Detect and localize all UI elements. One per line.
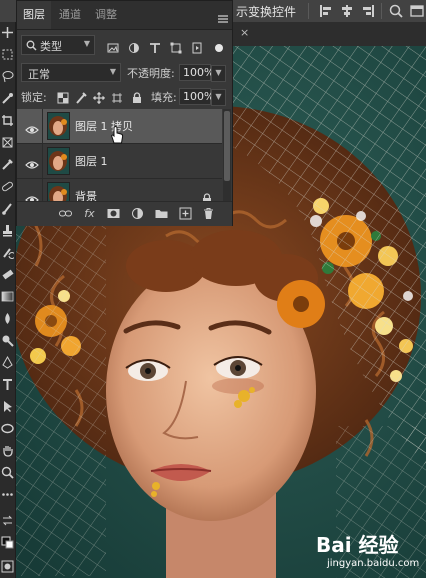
lock-artboard-icon[interactable]: [111, 89, 123, 103]
opacity-dropdown-button[interactable]: ▼: [211, 65, 226, 82]
document-tab-strip: [233, 22, 426, 46]
shape-layer-filter-icon[interactable]: [170, 39, 182, 54]
tab-adjustments[interactable]: 调整: [89, 1, 123, 29]
search-icon[interactable]: [389, 4, 403, 18]
clone-stamp-tool-icon[interactable]: [1, 224, 14, 237]
new-layer-icon[interactable]: [179, 207, 192, 220]
layer-row-background[interactable]: 背景: [17, 179, 222, 201]
divider: [308, 3, 309, 19]
hand-cursor-icon: [109, 125, 125, 144]
dodge-tool-icon[interactable]: [1, 334, 14, 347]
pen-tool-icon[interactable]: [1, 356, 14, 369]
workspace-icon[interactable]: [410, 4, 424, 18]
watermark-brand-text: Bai 经验: [316, 533, 399, 557]
history-brush-tool-icon[interactable]: [1, 246, 14, 259]
layer-kind-filter-select[interactable]: 类型 ▼: [21, 35, 95, 55]
blur-tool-icon[interactable]: [1, 312, 14, 325]
blend-mode-select[interactable]: 正常 ▼: [21, 63, 121, 82]
blend-row: 正常 ▼ 不透明度: 100% ▼: [21, 63, 227, 83]
path-selection-tool-icon[interactable]: [1, 400, 14, 413]
layer-thumbnail[interactable]: [47, 147, 70, 175]
tools-panel: [0, 22, 16, 578]
lock-icon: [202, 190, 212, 201]
eraser-tool-icon[interactable]: [1, 268, 14, 281]
layer-filter-row: 类型 ▼: [21, 35, 227, 57]
lock-image-pixels-icon[interactable]: [75, 89, 87, 104]
divider: [42, 109, 43, 143]
show-transform-controls-label[interactable]: 示变换控件: [236, 3, 296, 20]
new-adjustment-layer-icon[interactable]: [131, 207, 144, 220]
chevron-down-icon: ▼: [83, 39, 90, 48]
align-right-icon[interactable]: [361, 4, 375, 18]
watermark-url: jingyan.baidu.com: [327, 558, 420, 569]
filter-toggle-icon[interactable]: [213, 39, 225, 52]
fill-value: 100%: [183, 90, 215, 103]
layers-footer: fx: [17, 201, 232, 226]
fill-field[interactable]: 100% ▼: [179, 88, 226, 106]
align-center-icon[interactable]: [340, 4, 354, 18]
lock-row: 锁定: 填充: 100% ▼: [21, 87, 227, 107]
tab-channels[interactable]: 通道: [53, 1, 87, 29]
swap-colors-icon[interactable]: [1, 514, 14, 527]
link-layers-icon[interactable]: [59, 207, 72, 220]
chevron-down-icon: ▼: [109, 67, 116, 76]
blend-mode-value: 正常: [28, 68, 50, 81]
layer-name[interactable]: 图层 1: [75, 153, 108, 169]
new-group-folder-icon[interactable]: [155, 207, 168, 220]
adjustment-layer-filter-icon[interactable]: [128, 39, 140, 53]
quick-select-tool-icon[interactable]: [1, 92, 14, 105]
layer-style-fx-icon[interactable]: fx: [83, 207, 96, 220]
eye-icon[interactable]: [25, 155, 39, 169]
panel-menu-icon[interactable]: [218, 9, 228, 23]
scrollbar-thumb[interactable]: [224, 111, 230, 181]
add-mask-icon[interactable]: [107, 207, 120, 220]
lock-position-icon[interactable]: [93, 89, 105, 104]
ellipse-tool-icon[interactable]: [1, 422, 14, 435]
divider: [42, 144, 43, 178]
layer-kind-value: 类型: [40, 40, 62, 53]
healing-brush-tool-icon[interactable]: [1, 180, 14, 193]
fill-dropdown-button[interactable]: ▼: [211, 89, 226, 106]
type-layer-filter-icon[interactable]: [149, 39, 161, 53]
divider: [381, 3, 382, 19]
move-tool-icon[interactable]: [1, 26, 14, 39]
layer-name[interactable]: 背景: [75, 188, 97, 201]
search-icon: [26, 40, 37, 54]
foreground-color-swatch[interactable]: [1, 536, 14, 549]
tab-layers[interactable]: 图层: [17, 1, 51, 29]
lock-all-icon[interactable]: [131, 89, 143, 103]
eye-icon[interactable]: [25, 190, 39, 201]
frame-tool-icon[interactable]: [1, 136, 14, 149]
crop-tool-icon[interactable]: [1, 114, 14, 127]
lock-transparent-pixels-icon[interactable]: [57, 89, 69, 104]
layer-thumbnail[interactable]: [47, 182, 70, 201]
align-left-icon[interactable]: [319, 4, 333, 18]
smart-object-filter-icon[interactable]: [191, 39, 203, 54]
eyedropper-tool-icon[interactable]: [1, 158, 14, 171]
layer-row[interactable]: 图层 1: [17, 144, 222, 179]
close-document-icon[interactable]: ×: [240, 26, 249, 39]
layer-thumbnail[interactable]: [47, 112, 70, 140]
panel-tabs: 图层 通道 调整: [17, 1, 232, 30]
opacity-value: 100%: [183, 66, 215, 79]
pixel-layer-filter-icon[interactable]: [107, 39, 119, 53]
layer-list: 图层 1 拷贝 图层 1 背景: [17, 109, 232, 201]
marquee-tool-icon[interactable]: [1, 48, 14, 61]
opacity-field[interactable]: 100% ▼: [179, 64, 226, 82]
lasso-tool-icon[interactable]: [1, 70, 14, 83]
layers-panel: 图层 通道 调整 类型 ▼ 正常 ▼ 不透明度: 100% ▼ 锁定: 填充: …: [16, 0, 233, 226]
brush-tool-icon[interactable]: [1, 202, 14, 215]
hand-tool-icon[interactable]: [1, 444, 14, 457]
zoom-tool-icon[interactable]: [1, 466, 14, 479]
eye-icon[interactable]: [25, 120, 39, 134]
opacity-label: 不透明度:: [127, 67, 175, 80]
delete-layer-icon[interactable]: [202, 207, 215, 220]
lock-label: 锁定:: [21, 91, 47, 104]
gradient-tool-icon[interactable]: [1, 290, 14, 303]
more-tools-icon[interactable]: [1, 488, 14, 501]
quick-mask-icon[interactable]: [1, 560, 14, 573]
type-tool-icon[interactable]: [1, 378, 14, 391]
fill-label: 填充:: [151, 91, 177, 104]
divider: [42, 179, 43, 201]
